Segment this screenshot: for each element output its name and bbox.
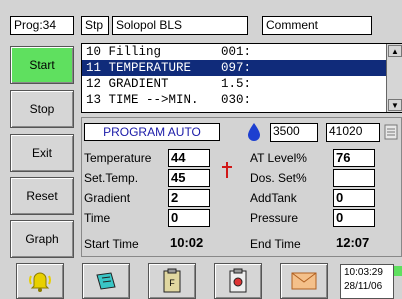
report-clipboard-icon bbox=[229, 268, 247, 293]
level-b-value: 41020 bbox=[326, 123, 380, 142]
program-number-field: Prog:34 bbox=[10, 16, 74, 35]
param-label-at-level: AT Level% bbox=[250, 151, 307, 165]
envelope-icon bbox=[291, 272, 317, 290]
param-label-gradient: Gradient bbox=[84, 191, 131, 205]
status-led bbox=[394, 266, 402, 276]
param-label-set-temp: Set.Temp. bbox=[84, 171, 139, 185]
report-button[interactable] bbox=[214, 263, 262, 299]
step-row[interactable]: 12 GRADIENT 1.5: bbox=[82, 76, 401, 92]
recipe-clipboard-button[interactable]: F bbox=[148, 263, 196, 299]
clock-date: 28/11/06 bbox=[344, 281, 383, 292]
step-row[interactable]: 10 Filling 001: bbox=[82, 44, 401, 60]
exit-button[interactable]: Exit bbox=[10, 134, 74, 172]
end-time-value: 12:07 bbox=[336, 235, 370, 250]
message-button[interactable] bbox=[280, 263, 328, 299]
step-list[interactable]: 10 Filling 001: 11 TEMPERATURE 097: 12 G… bbox=[81, 43, 402, 113]
start-time-label: Start Time bbox=[84, 237, 139, 251]
step-row[interactable]: 13 TIME -->MIN. 030: bbox=[82, 92, 401, 108]
param-value-time[interactable]: 0 bbox=[168, 209, 210, 227]
heating-indicator-icon bbox=[222, 162, 232, 178]
graph-button[interactable]: Graph bbox=[10, 220, 74, 258]
svg-text:F: F bbox=[169, 278, 175, 288]
param-value-addtank: 0 bbox=[333, 189, 375, 207]
param-label-temperature: Temperature bbox=[84, 151, 152, 165]
param-value-dos-set[interactable] bbox=[333, 169, 375, 187]
clock-display: 10:03:29 28/11/06 bbox=[340, 264, 394, 299]
recipe-name-field[interactable]: Solopol BLS bbox=[112, 16, 248, 35]
param-value-at-level: 76 bbox=[333, 149, 375, 167]
step-row-selected[interactable]: 11 TEMPERATURE 097: bbox=[82, 60, 401, 76]
param-label-pressure: Pressure bbox=[250, 211, 299, 225]
water-drop-icon bbox=[248, 123, 260, 141]
param-value-set-temp[interactable]: 45 bbox=[168, 169, 210, 187]
reset-button[interactable]: Reset bbox=[10, 177, 74, 215]
param-label-time: Time bbox=[84, 211, 111, 225]
list-scrollbar[interactable]: ▲ ▼ bbox=[386, 44, 402, 112]
param-value-pressure: 0 bbox=[333, 209, 375, 227]
edit-program-button[interactable] bbox=[82, 263, 130, 299]
end-time-label: End Time bbox=[250, 237, 301, 251]
scroll-up-icon[interactable]: ▲ bbox=[388, 45, 402, 57]
start-time-value: 10:02 bbox=[170, 235, 204, 250]
clock-time: 10:03:29 bbox=[344, 267, 383, 278]
program-mode-field: PROGRAM AUTO bbox=[84, 123, 220, 141]
scroll-down-icon[interactable]: ▼ bbox=[388, 99, 402, 111]
param-label-dos-set: Dos. Set% bbox=[250, 171, 307, 185]
step-label: Stp bbox=[81, 16, 109, 35]
level-a-value: 3500 bbox=[270, 123, 318, 142]
keypad-icon[interactable] bbox=[384, 124, 398, 140]
start-button[interactable]: Start bbox=[10, 46, 74, 84]
comment-field[interactable]: Comment bbox=[262, 16, 372, 35]
param-value-gradient[interactable]: 2 bbox=[168, 189, 210, 207]
alarm-button[interactable] bbox=[16, 263, 64, 299]
stop-button[interactable]: Stop bbox=[10, 90, 74, 128]
clipboard-icon: F bbox=[163, 268, 181, 293]
param-value-temperature: 44 bbox=[168, 149, 210, 167]
alarm-bell-icon bbox=[29, 272, 51, 292]
notebook-icon bbox=[96, 272, 116, 290]
param-label-addtank: AddTank bbox=[250, 191, 297, 205]
